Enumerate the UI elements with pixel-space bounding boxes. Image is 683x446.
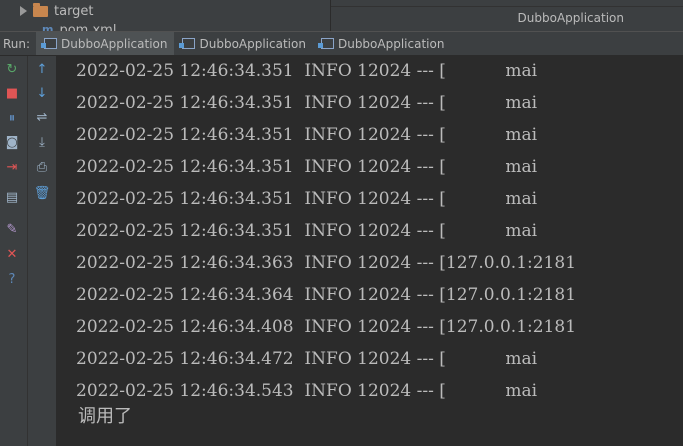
print-icon[interactable]: ⎙ — [34, 160, 50, 176]
console-log-line: 2022-02-25 12:46:34.363 INFO 12024 --- [… — [76, 253, 577, 273]
tree-item-target[interactable]: target — [20, 1, 94, 21]
top-area: target m pom.xml DubboApplication — [0, 0, 683, 31]
run-config-icon — [179, 38, 196, 49]
run-toolbar: ↻ ■ ⏸ ◙ ⇥ ▤ ✎ ✕? ↑ ↓ ⇌ ⤓ ⎙ 🗑 — [0, 56, 56, 446]
exit-icon[interactable]: ⇥ — [4, 160, 20, 176]
stop-icon[interactable]: ■ — [4, 86, 20, 102]
console-output[interactable]: 2022-02-25 12:46:34.351 INFO 12024 --- [… — [56, 56, 683, 446]
scroll-to-end-icon[interactable]: ⤓ — [34, 135, 50, 151]
expand-arrow-icon[interactable] — [20, 6, 27, 16]
console-log-line: 2022-02-25 12:46:34.351 INFO 12024 --- [… — [76, 61, 538, 81]
run-tab-label: DubboApplication — [199, 36, 306, 51]
trash-icon[interactable]: 🗑 — [34, 186, 51, 202]
run-config-icon — [41, 38, 57, 49]
run-tab-label: DubboApplication — [61, 36, 168, 51]
help-icon[interactable]: ? — [4, 272, 20, 288]
pin-icon[interactable]: ✎ — [4, 222, 20, 238]
console-log-line: 2022-02-25 12:46:34.351 INFO 12024 --- [… — [76, 189, 538, 209]
folder-icon — [33, 2, 48, 17]
console-log-line: 2022-02-25 12:46:34.351 INFO 12024 --- [… — [76, 93, 538, 113]
console-log-line: 2022-02-25 12:46:34.408 INFO 12024 --- [… — [76, 317, 577, 337]
run-tool-header: Run: DubboApplication DubboApplication D… — [0, 31, 683, 56]
camera-icon[interactable]: ◙ — [4, 135, 20, 151]
scroll-up-icon[interactable]: ↑ — [34, 62, 50, 78]
project-tree: target m pom.xml — [0, 0, 330, 31]
console-log-line: 2022-02-25 12:46:34.543 INFO 12024 --- [… — [76, 381, 538, 401]
run-tab-1[interactable]: DubboApplication — [36, 32, 175, 55]
toolbar-divider — [27, 56, 28, 446]
console-log-line: 2022-02-25 12:46:34.351 INFO 12024 --- [… — [76, 157, 538, 177]
scroll-down-icon[interactable]: ↓ — [34, 86, 50, 102]
run-tab-label: DubboApplication — [337, 36, 445, 51]
tree-item-label-partial: pom.xml — [59, 23, 117, 31]
run-config-icon — [317, 38, 334, 49]
panel-title: DubboApplication — [517, 11, 624, 25]
maven-icon: m — [42, 23, 54, 31]
console-line-output: 调用了 — [78, 406, 132, 427]
console-log-line: 2022-02-25 12:46:34.351 INFO 12024 --- [… — [76, 221, 538, 241]
close-icon[interactable]: ✕ — [4, 247, 20, 263]
run-tab-3[interactable]: DubboApplication — [313, 32, 451, 55]
console-log-line: 2022-02-25 12:46:34.351 INFO 12024 --- [… — [76, 125, 538, 145]
soft-wrap-icon[interactable]: ⇌ — [34, 110, 50, 126]
run-label: Run: — [3, 36, 31, 51]
run-tab-2[interactable]: DubboApplication — [174, 32, 312, 55]
tree-item-label: target — [54, 3, 94, 19]
console-log-line: 2022-02-25 12:46:34.364 INFO 12024 --- [… — [76, 285, 577, 305]
tree-item-pom[interactable]: m pom.xml — [42, 23, 116, 31]
divider — [331, 6, 683, 7]
layout-icon[interactable]: ▤ — [4, 190, 20, 206]
console-log-line: 2022-02-25 12:46:34.472 INFO 12024 --- [… — [76, 349, 538, 369]
rerun-icon[interactable]: ↻ — [4, 62, 20, 78]
pause-icon[interactable]: ⏸ — [4, 111, 20, 127]
editor-corner: DubboApplication — [331, 0, 683, 31]
